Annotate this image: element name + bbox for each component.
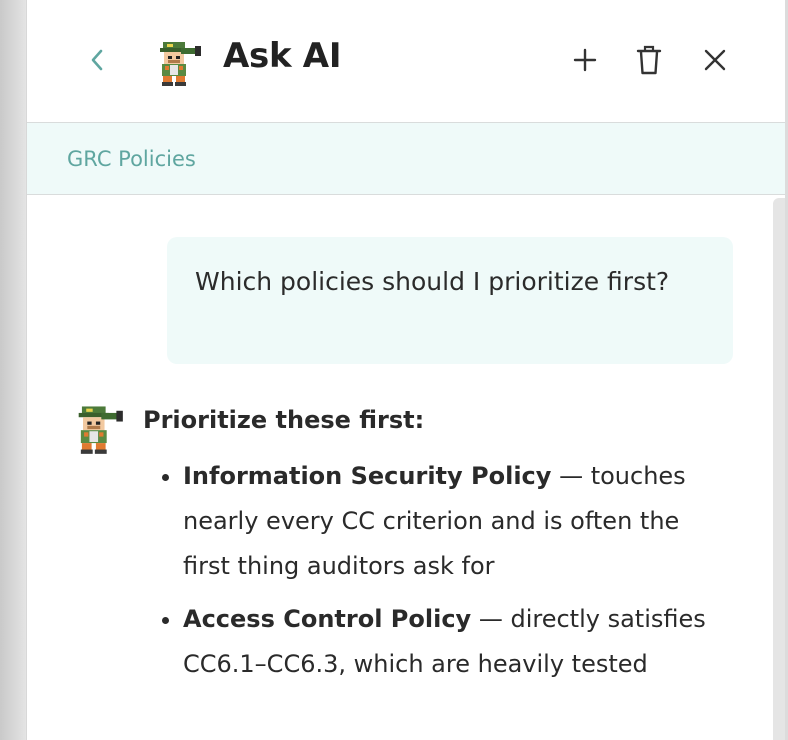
chevron-left-icon xyxy=(91,49,103,71)
backdrop-edge xyxy=(0,0,26,740)
ai-response-list: Information Security Policy — touches ne… xyxy=(143,454,723,687)
close-button[interactable] xyxy=(697,42,733,78)
context-bar: GRC Policies xyxy=(27,123,785,195)
list-item-title: Information Security Policy xyxy=(183,462,552,490)
ai-response: Prioritize these first: Information Secu… xyxy=(143,400,723,695)
new-chat-button[interactable] xyxy=(567,42,603,78)
robot-avatar-icon xyxy=(160,42,201,86)
scrollbar[interactable] xyxy=(773,198,785,740)
list-item-title: Access Control Policy xyxy=(183,605,472,633)
list-item: Access Control Policy — directly satisfi… xyxy=(183,597,723,687)
back-button[interactable] xyxy=(81,42,113,78)
ai-response-heading: Prioritize these first: xyxy=(143,406,425,434)
list-item: Information Security Policy — touches ne… xyxy=(183,454,723,589)
close-icon xyxy=(704,49,726,71)
ai-avatar-icon xyxy=(78,406,123,454)
panel-title: Ask AI xyxy=(223,36,342,76)
plus-icon xyxy=(573,48,597,72)
ask-ai-panel: Ask AI GRC Policies Which policies shoul… xyxy=(26,0,785,740)
trash-icon xyxy=(636,45,662,75)
context-label[interactable]: GRC Policies xyxy=(67,147,196,171)
delete-chat-button[interactable] xyxy=(631,42,667,78)
user-message-bubble: Which policies should I prioritize first… xyxy=(167,237,733,364)
panel-header: Ask AI xyxy=(27,0,785,123)
